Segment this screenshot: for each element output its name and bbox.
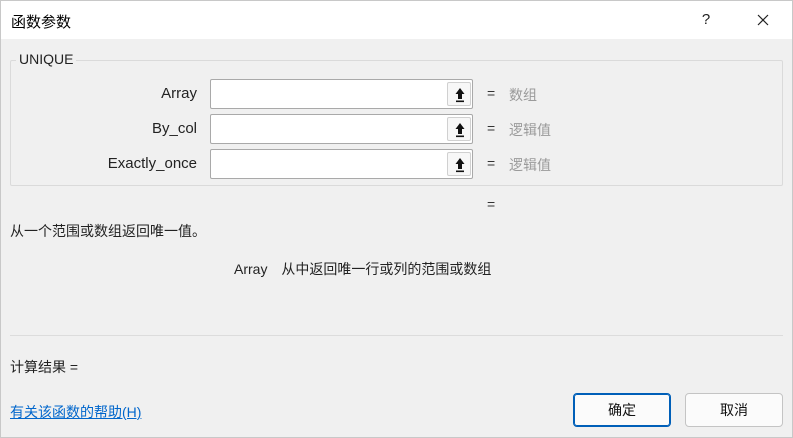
upload-arrow-icon — [455, 88, 465, 103]
argument-description-text: 从中返回唯一行或列的范围或数组 — [281, 261, 492, 277]
arg-equals: = — [487, 120, 496, 136]
array-field[interactable] — [210, 79, 473, 109]
arg-hint: 逻辑值 — [509, 122, 551, 138]
title-bar: 函数参数 ? — [1, 1, 792, 39]
argument-description-name: Array — [234, 261, 268, 277]
upload-arrow-icon — [455, 123, 465, 138]
arg-label: By_col — [151, 120, 197, 137]
divider — [10, 335, 783, 336]
collapse-dialog-button[interactable] — [447, 82, 471, 106]
by-col-field[interactable] — [210, 114, 473, 144]
collapse-dialog-button[interactable] — [447, 152, 471, 176]
cancel-button[interactable]: 取消 — [685, 393, 783, 427]
close-button[interactable] — [745, 5, 781, 35]
close-icon — [757, 14, 769, 26]
array-input[interactable] — [211, 80, 446, 108]
arg-row-exactly-once: Exactly_once = 逻辑值 — [1, 149, 792, 179]
by-col-input[interactable] — [211, 115, 446, 143]
arg-equals: = — [487, 155, 496, 171]
arg-label: Array — [161, 85, 197, 102]
ok-button[interactable]: 确定 — [573, 393, 671, 427]
arg-row-by-col: By_col = 逻辑值 — [1, 114, 792, 144]
function-name: UNIQUE — [16, 51, 77, 67]
function-description: 从一个范围或数组返回唯一值。 — [10, 223, 206, 239]
function-help-link[interactable]: 有关该函数的帮助(H) — [10, 402, 141, 422]
arg-row-array: Array = 数组 — [1, 79, 792, 109]
arg-hint: 数组 — [509, 87, 537, 103]
arg-label: Exactly_once — [107, 155, 197, 172]
formula-result-equals: = — [487, 196, 496, 212]
exactly-once-field[interactable] — [210, 149, 473, 179]
arg-hint: 逻辑值 — [509, 157, 551, 173]
exactly-once-input[interactable] — [211, 150, 446, 178]
arg-equals: = — [487, 85, 496, 101]
help-button[interactable]: ? — [691, 5, 721, 35]
upload-arrow-icon — [455, 158, 465, 173]
collapse-dialog-button[interactable] — [447, 117, 471, 141]
argument-description: Array 从中返回唯一行或列的范围或数组 — [234, 259, 491, 279]
calculation-result: 计算结果 = — [10, 359, 79, 375]
function-arguments-dialog: 函数参数 ? UNIQUE Array = 数组 By_col = 逻辑值 Ex… — [0, 0, 793, 438]
dialog-title: 函数参数 — [11, 14, 72, 31]
